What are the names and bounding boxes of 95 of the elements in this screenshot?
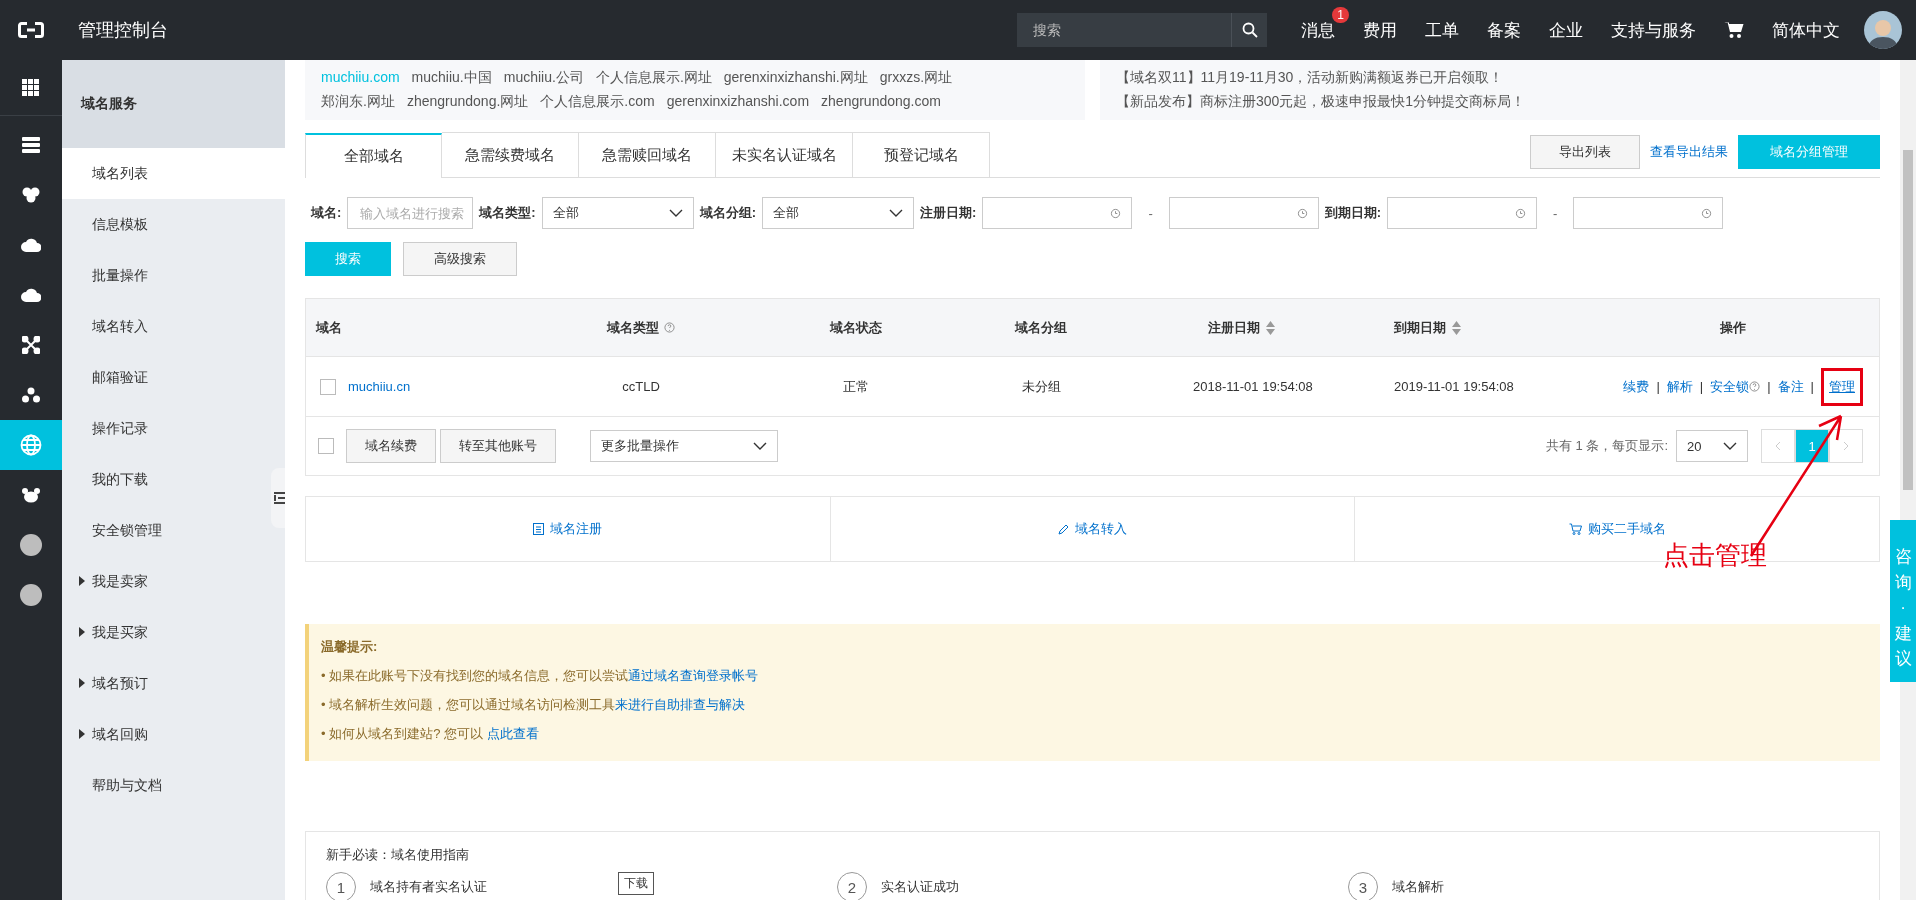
export-button[interactable]: 导出列表: [1530, 135, 1640, 169]
sidebar-item[interactable]: 域名预订: [62, 658, 267, 709]
quick-link[interactable]: 域名转入: [1058, 520, 1127, 538]
nav-link[interactable]: 支持与服务: [1611, 20, 1696, 40]
separator: |: [1810, 379, 1814, 394]
step-label: 域名解析: [1392, 878, 1444, 896]
step-label: 域名持有者实名认证: [370, 878, 487, 896]
news-text: 【域名双11】11月19-11月30，活动新购满额返券已开启领取！: [1116, 69, 1505, 87]
sidebar-item[interactable]: 我是买家: [62, 607, 267, 658]
domain-suggestion-link[interactable]: grxxzs.网址: [879, 69, 953, 87]
filter-label: 域名分组:: [699, 204, 757, 222]
sidebar-title: 域名服务: [62, 60, 285, 148]
column-title: 操作: [1719, 318, 1746, 337]
tip-link[interactable]: 通过域名查询登录帐号: [628, 668, 759, 683]
tip-text: • 域名解析生效问题，您可以通过域名访问检测工具来进行自助排查与解决: [321, 696, 747, 714]
tab[interactable]: 急需续费域名: [442, 132, 579, 177]
action-link[interactable]: 安全锁: [1710, 377, 1761, 396]
batch-button[interactable]: 域名续费: [346, 429, 436, 463]
filter-label: 到期日期:: [1324, 204, 1382, 222]
table-cell-text: 2018-11-01 19:54:08: [1192, 379, 1314, 394]
tip-link[interactable]: 来进行自助排查与解决: [615, 697, 746, 712]
tip-text: • 如何从域名到建站? 您可以 点此查看: [321, 725, 540, 743]
action-link[interactable]: 续费: [1623, 377, 1650, 396]
action-link[interactable]: 备注: [1777, 377, 1804, 396]
domain-search-field[interactable]: 输入域名进行搜索: [347, 197, 474, 229]
nav-link[interactable]: 简体中文: [1772, 20, 1840, 40]
column-title: 域名类型: [607, 318, 659, 337]
domain-suggestion-link[interactable]: gerenxinxizhanshi.com: [666, 93, 810, 111]
nav-link[interactable]: 企业: [1549, 20, 1583, 40]
column-title: 到期日期: [1394, 318, 1446, 337]
tab[interactable]: 急需赎回域名: [579, 132, 716, 177]
sidebar-item[interactable]: 我的下载: [62, 454, 267, 505]
batch-select[interactable]: 更多批量操作: [590, 430, 778, 462]
sidebar-item[interactable]: 信息模板: [62, 199, 267, 250]
filter-label: 域名类型:: [479, 204, 536, 222]
console-title: 管理控制台: [78, 19, 169, 42]
column-title: 域名分组: [1015, 318, 1067, 337]
notification-badge: 1: [1332, 6, 1349, 23]
domain-suggestion-link[interactable]: zhengrundong.com: [821, 93, 941, 111]
sidebar-item[interactable]: 域名列表: [62, 148, 285, 199]
tab[interactable]: 全部域名: [305, 133, 442, 178]
nav-link[interactable]: 消息: [1301, 20, 1335, 40]
nav-link[interactable]: 备案: [1487, 20, 1521, 40]
range-dash: -: [1148, 205, 1153, 221]
nav-link[interactable]: 费用: [1363, 20, 1397, 40]
table-cell-text: ccTLD: [621, 379, 661, 394]
page-size-select[interactable]: 20: [1676, 430, 1748, 462]
quick-link[interactable]: 购买二手域名: [1568, 520, 1666, 538]
column-title: 域名状态: [830, 318, 882, 337]
tip-link[interactable]: 点此查看: [486, 726, 539, 741]
separator: |: [1656, 379, 1660, 394]
filter-label: 域名:: [311, 204, 342, 222]
sidebar-item[interactable]: 批量操作: [62, 250, 267, 301]
sidebar-item[interactable]: 帮助与文档: [62, 760, 267, 811]
range-dash: -: [1553, 205, 1558, 221]
step-label: 实名认证成功: [881, 878, 959, 896]
tab[interactable]: 未实名认证域名: [716, 132, 853, 177]
tip-text: • 如果在此账号下没有找到您的域名信息，您可以尝试通过域名查询登录帐号: [321, 667, 760, 685]
domain-suggestion-link[interactable]: 郑润东.网址: [321, 93, 395, 111]
column-title: 注册日期: [1208, 318, 1260, 337]
batch-button[interactable]: 转至其他账号: [440, 429, 556, 463]
domain-suggestion-link[interactable]: muchiiu.公司: [503, 69, 584, 87]
sidebar-item[interactable]: 邮箱验证: [62, 352, 267, 403]
quick-link[interactable]: 域名注册: [533, 520, 603, 538]
news-text: 【新品发布】商标注册300元起，极速申报最快1分钟提交商标局！: [1116, 93, 1527, 111]
tab[interactable]: 预登记域名: [853, 132, 990, 177]
advanced-search-button[interactable]: 高级搜索: [403, 242, 517, 276]
table-cell-text: 正常: [842, 377, 870, 396]
tips-title: 温馨提示:: [321, 638, 379, 656]
total-text: 共有 1 条，每页显示:: [1545, 437, 1668, 455]
domain-suggestion-link[interactable]: gerenxinxizhanshi.网址: [723, 69, 868, 87]
nav-link[interactable]: 工单: [1425, 20, 1459, 40]
separator: |: [1699, 379, 1704, 394]
filter-label: 注册日期:: [920, 204, 977, 222]
separator: |: [1767, 379, 1771, 394]
table-cell-text: 未分组: [1020, 377, 1062, 396]
tooltip: 下载: [618, 872, 654, 895]
domain-link[interactable]: muchiiu.cn: [348, 379, 411, 394]
type-select[interactable]: 全部: [541, 197, 694, 229]
domain-suggestion-link[interactable]: 个人信息展示.网址: [595, 69, 712, 87]
group-select[interactable]: 全部: [762, 197, 915, 229]
action-link[interactable]: 解析: [1666, 377, 1693, 396]
guide-title: 新手必读：域名使用指南: [326, 846, 470, 864]
domain-suggestion-link[interactable]: muchiiu.中国: [411, 69, 492, 87]
domain-suggestion-link[interactable]: 个人信息展示.com: [540, 93, 655, 111]
sidebar-item[interactable]: 我是卖家: [62, 556, 267, 607]
sidebar-item[interactable]: 安全锁管理: [62, 505, 267, 556]
column-title: 域名: [316, 318, 342, 337]
table-cell-text: 2019-11-01 19:54:08: [1394, 379, 1515, 394]
sidebar-item[interactable]: 域名回购: [62, 709, 267, 760]
action-link[interactable]: 管理: [1829, 377, 1855, 396]
sidebar-item[interactable]: 域名转入: [62, 301, 267, 352]
sidebar-item[interactable]: 操作记录: [62, 403, 267, 454]
domain-suggestion-link[interactable]: zhengrundong.网址: [406, 93, 529, 111]
view-export-link[interactable]: 查看导出结果: [1650, 143, 1728, 161]
